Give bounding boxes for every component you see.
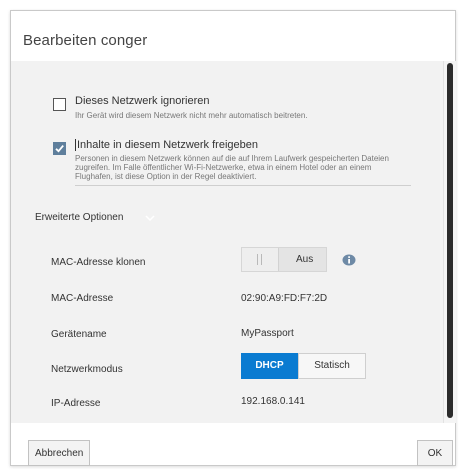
mac-address-label: MAC-Adresse	[51, 293, 114, 304]
network-mode-label: Netzwerkmodus	[51, 364, 123, 375]
ignore-network-checkbox[interactable]	[53, 98, 66, 111]
dialog-content: Dieses Netzwerk ignorieren Ihr Gerät wir…	[11, 61, 443, 423]
mac-clone-toggle[interactable]: Aus	[241, 247, 327, 272]
mac-address-value: 02:90:A9:FD:F7:2D	[241, 293, 328, 304]
mac-clone-toggle-state: Aus	[296, 254, 314, 265]
cancel-button[interactable]: Abbrechen	[28, 440, 90, 466]
ip-address-value: 192.168.0.141	[241, 396, 305, 407]
network-mode-static-button[interactable]: Statisch	[298, 353, 366, 379]
chevron-down-icon[interactable]	[145, 215, 155, 221]
device-name-value: MyPassport	[241, 328, 294, 339]
toggle-knob[interactable]	[242, 248, 279, 271]
device-name-label: Gerätename	[51, 329, 107, 340]
section-divider	[75, 185, 411, 186]
share-content-label: Inhalte in diesem Netzwerk freigeben	[75, 139, 258, 151]
scrollbar[interactable]	[443, 61, 456, 423]
dialog-header: Bearbeiten conger	[11, 11, 455, 61]
share-content-checkbox[interactable]	[53, 142, 66, 155]
mac-clone-label: MAC-Adresse klonen	[51, 257, 146, 268]
ok-button[interactable]: OK	[417, 440, 453, 466]
ignore-network-label: Dieses Netzwerk ignorieren	[75, 95, 210, 107]
checkmark-icon	[55, 145, 64, 153]
dialog-footer: Abbrechen OK	[11, 423, 455, 466]
network-mode-dhcp-button[interactable]: DHCP	[241, 353, 298, 379]
edit-network-dialog: Bearbeiten conger Dieses Netzwerk ignori…	[10, 10, 456, 466]
dialog-title: Bearbeiten conger	[23, 32, 148, 49]
share-content-description-line-1: Personen in diesem Netzwerk können auf d…	[75, 154, 389, 163]
info-icon[interactable]	[342, 254, 356, 266]
share-content-description-line-2: zugreifen. Im Falle öffentlicher Wi-Fi-N…	[75, 163, 372, 172]
share-content-description-line-3: Flughafen, ist diese Option in der Regel…	[75, 172, 257, 181]
scrollbar-thumb[interactable]	[447, 63, 453, 418]
advanced-options-heading[interactable]: Erweiterte Optionen	[35, 212, 123, 223]
ignore-network-description: Ihr Gerät wird diesem Netzwerk nicht meh…	[75, 111, 308, 120]
ip-address-label: IP-Adresse	[51, 398, 101, 409]
